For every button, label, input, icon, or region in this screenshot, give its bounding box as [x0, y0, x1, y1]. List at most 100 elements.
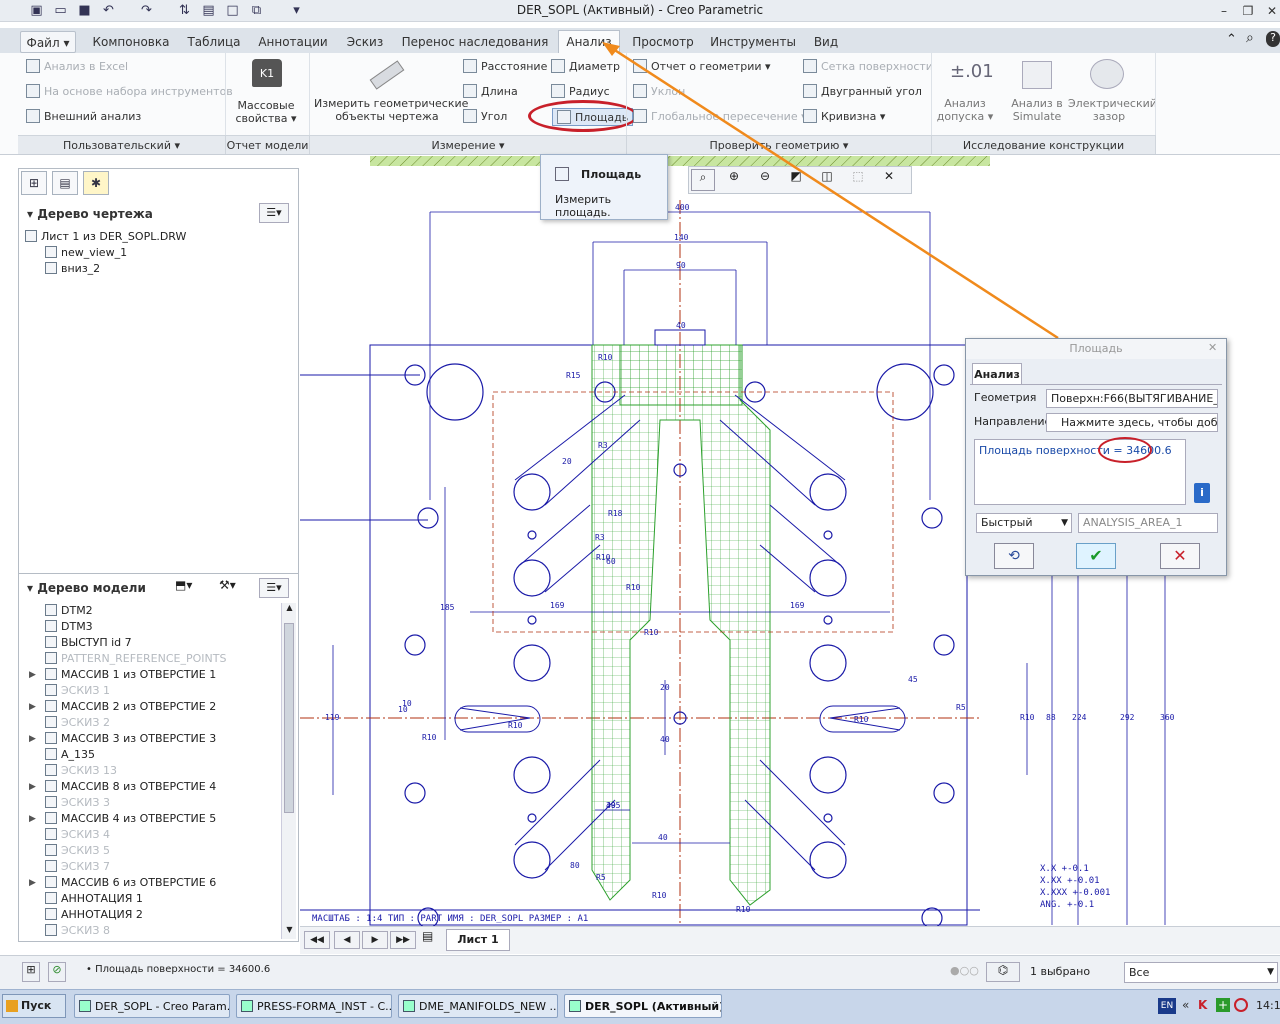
antivirus-icon[interactable]: K: [1198, 998, 1207, 1012]
prev-sheet-icon[interactable]: ◀: [334, 931, 360, 949]
annotation-display-icon[interactable]: ⬚: [846, 169, 870, 191]
model-tree-item[interactable]: ЭСКИЗ 4: [19, 827, 281, 843]
clearance-button[interactable]: Электрический зазор: [1068, 97, 1157, 123]
tree-item-sheet[interactable]: Лист 1 из DER_SOPL.DRW: [25, 229, 186, 245]
task-der-sopl-active[interactable]: DER_SOPL (Активный)...: [564, 994, 722, 1018]
tab-analysis[interactable]: Анализ: [558, 30, 620, 54]
model-tree-item[interactable]: ▶ МАССИВ 4 из ОТВЕРСТИЕ 5: [19, 811, 281, 827]
tab-analysis-dialog[interactable]: Анализ: [972, 363, 1022, 385]
repaint-icon[interactable]: ◩: [784, 169, 808, 191]
task-creo-1[interactable]: DER_SOPL - Creo Param...: [74, 994, 230, 1018]
plus-tray-icon[interactable]: +: [1216, 998, 1230, 1012]
expand-icon[interactable]: ▶: [29, 731, 36, 747]
tab-layout[interactable]: Компоновка: [88, 31, 174, 53]
model-tree-scrollbar[interactable]: ▲ ▼: [281, 603, 296, 939]
restore-icon[interactable]: ❐: [1238, 2, 1258, 20]
folder-browser-icon[interactable]: ▤: [52, 171, 78, 195]
expand-icon[interactable]: ▶: [29, 667, 36, 683]
dihedral-angle-button[interactable]: Двугранный угол: [803, 83, 922, 101]
surface-mesh-button[interactable]: Сетка поверхности: [803, 58, 933, 76]
dialog-close-icon[interactable]: ✕: [1208, 341, 1217, 354]
expand-icon[interactable]: ▶: [29, 699, 36, 715]
new-sheet-icon[interactable]: ▤: [422, 929, 440, 947]
model-tree-item[interactable]: ЭСКИЗ 7: [19, 859, 281, 875]
model-tree-item[interactable]: ЭСКИЗ 1: [19, 683, 281, 699]
tools-icon[interactable]: ⚒▾: [219, 578, 253, 598]
model-tree-item[interactable]: АННОТАЦИЯ 2: [19, 907, 281, 923]
model-tree-item[interactable]: ЭСКИЗ 13: [19, 763, 281, 779]
model-tree-item[interactable]: ▶ МАССИВ 3 из ОТВЕРСТИЕ 3: [19, 731, 281, 747]
excel-analysis-button[interactable]: Анализ в Excel: [26, 58, 128, 76]
refit-icon[interactable]: ⌕: [691, 169, 715, 191]
expand-icon[interactable]: ▶: [29, 811, 36, 827]
model-tree-item[interactable]: АННОТАЦИЯ 1: [19, 891, 281, 907]
model-tree-item[interactable]: A_135: [19, 747, 281, 763]
tab-view[interactable]: Вид: [808, 31, 844, 53]
task-dme-manifolds[interactable]: DME_MANIFOLDS_NEW ...: [398, 994, 558, 1018]
task-press-forma[interactable]: PRESS-FORMA_INST - C...: [236, 994, 392, 1018]
toolkit-analysis-button[interactable]: На основе набора инструментов: [26, 83, 233, 101]
model-tree-item[interactable]: ▶ МАССИВ 1 из ОТВЕРСТИЕ 1: [19, 667, 281, 683]
model-tree-item[interactable]: ▶ МАССИВ 2 из ОТВЕРСТИЕ 2: [19, 699, 281, 715]
distance-button[interactable]: Расстояние: [463, 58, 547, 76]
last-sheet-icon[interactable]: ▶▶: [390, 931, 416, 949]
model-tree-item[interactable]: ЭСКИЗ 5: [19, 843, 281, 859]
model-tree-item[interactable]: ▶ МАССИВ 6 из ОТВЕРСТИЕ 6: [19, 875, 281, 891]
direction-field[interactable]: Нажмите здесь, чтобы добави: [1046, 413, 1218, 432]
tab-table[interactable]: Таблица: [182, 31, 246, 53]
tree-item-view2[interactable]: вниз_2: [45, 261, 100, 277]
geometry-report-button[interactable]: Отчет о геометрии ▾: [633, 58, 771, 76]
expand-icon[interactable]: ▶: [29, 779, 36, 795]
geometry-field[interactable]: Поверхн:F66(ВЫТЯГИВАНИЕ_4): [1046, 389, 1218, 408]
group-measure[interactable]: Измерение ▾: [310, 135, 627, 154]
scroll-thumb[interactable]: [284, 623, 294, 813]
next-sheet-icon[interactable]: ▶: [362, 931, 388, 949]
minimize-icon[interactable]: –: [1214, 2, 1234, 20]
measure-drawing-button[interactable]: Измерить геометрические объекты чертежа: [314, 97, 468, 123]
global-interference-button[interactable]: Глобальное пересечение ▾: [633, 108, 807, 126]
repeat-button[interactable]: ⟲: [994, 543, 1034, 569]
language-indicator[interactable]: EN: [1158, 998, 1176, 1014]
external-analysis-button[interactable]: Внешний анализ: [26, 108, 141, 126]
length-button[interactable]: Длина: [463, 83, 518, 101]
model-tree-item[interactable]: ВЫСТУП id 7: [19, 635, 281, 651]
mass-properties-button[interactable]: Массовые свойства ▾: [228, 99, 304, 125]
model-tree-item[interactable]: ЭСКИЗ 2: [19, 715, 281, 731]
zoom-in-icon[interactable]: ⊕: [722, 169, 746, 191]
radius-button[interactable]: Радиус: [551, 83, 610, 101]
tree-item-view1[interactable]: new_view_1: [45, 245, 127, 261]
simulate-button[interactable]: Анализ в Simulate: [1006, 97, 1068, 123]
info-icon[interactable]: i: [1194, 483, 1210, 503]
model-tree-item[interactable]: DTM3: [19, 619, 281, 635]
scroll-up-icon[interactable]: ▲: [282, 603, 297, 617]
tolerance-analysis-button[interactable]: Анализ допуска ▾: [934, 97, 996, 123]
cancel-button[interactable]: ✕: [1160, 543, 1200, 569]
record-tray-icon[interactable]: [1234, 998, 1248, 1012]
tree-settings-icon[interactable]: ☰▾: [259, 203, 289, 223]
tray-expand-icon[interactable]: «: [1182, 998, 1189, 1012]
start-button[interactable]: Пуск: [2, 994, 66, 1018]
tab-tools[interactable]: Инструменты: [706, 31, 800, 53]
zoom-out-icon[interactable]: ⊖: [753, 169, 777, 191]
search-icon[interactable]: ⌕: [1246, 30, 1254, 46]
group-custom[interactable]: Пользовательский ▾: [18, 135, 226, 154]
group-check-geometry[interactable]: Проверить геометрию ▾: [627, 135, 932, 154]
navigator-toggle-icon[interactable]: ⊞: [22, 962, 40, 982]
first-sheet-icon[interactable]: ◀◀: [304, 931, 330, 949]
mode-select[interactable]: Быстрый ▼: [976, 513, 1072, 533]
tab-annotations[interactable]: Аннотации: [254, 31, 332, 53]
filter-select[interactable]: Все ▼: [1124, 962, 1278, 983]
tab-inheritance[interactable]: Перенос наследования: [398, 31, 552, 53]
model-tree-item[interactable]: ЭСКИЗ 3: [19, 795, 281, 811]
expand-icon[interactable]: ▶: [29, 875, 36, 891]
display-icon[interactable]: ⬒▾: [175, 578, 215, 598]
model-tree-item[interactable]: ЭСКИЗ 8: [19, 923, 281, 939]
model-tree-item[interactable]: DTM2: [19, 603, 281, 619]
tab-sketch[interactable]: Эскиз: [340, 31, 390, 53]
tab-review[interactable]: Просмотр: [628, 31, 698, 53]
tab-file[interactable]: Файл ▾: [20, 31, 76, 53]
curvature-button[interactable]: Кривизна ▾: [803, 108, 885, 126]
sheet-tab[interactable]: Лист 1: [446, 929, 510, 951]
analysis-name-field[interactable]: ANALYSIS_AREA_1: [1078, 513, 1218, 533]
model-tree-tab-icon[interactable]: ⊞: [21, 171, 47, 195]
